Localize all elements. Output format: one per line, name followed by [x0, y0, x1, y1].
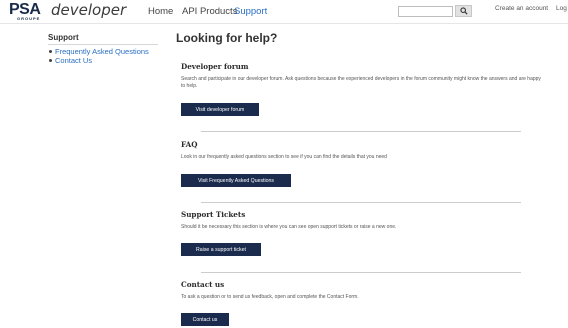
visit-faq-button[interactable]: Visit Frequently Asked Questions [181, 174, 291, 187]
section-text: Look in our frequently asked questions s… [181, 154, 387, 160]
section-text: To ask a question or to send us feedback… [181, 294, 359, 300]
search-icon [459, 7, 468, 15]
section-heading: Support Tickets [181, 210, 246, 219]
section-text: Search and participate in our developer … [181, 76, 541, 89]
search-input[interactable] [398, 6, 453, 17]
section-divider [201, 202, 521, 203]
nav-api-products[interactable]: API Products [182, 6, 237, 18]
section-text: Should it be necessary this section is w… [181, 224, 397, 230]
logo-groupe-text: GROUPE [17, 16, 41, 21]
support-sidebar: Support Frequently Asked Questions Conta… [48, 33, 158, 65]
sidebar-item-faq[interactable]: Frequently Asked Questions [48, 47, 158, 56]
nav-home[interactable]: Home [148, 6, 173, 18]
sidebar-list: Frequently Asked Questions Contact Us [48, 47, 158, 65]
sidebar-item-contact-us[interactable]: Contact Us [48, 56, 158, 65]
login-link[interactable]: Log [556, 5, 567, 12]
search-button[interactable] [455, 5, 472, 17]
contact-us-button[interactable]: Contact us [181, 313, 229, 326]
page-title: Looking for help? [176, 31, 278, 45]
psa-developer-logo[interactable]: PSA GROUPE developer [9, 2, 129, 22]
section-contact-us: Contact us To ask a question or to send … [181, 280, 541, 326]
section-developer-forum: Developer forum Search and participate i… [181, 62, 541, 116]
sidebar-title: Support [48, 33, 158, 45]
create-account-link[interactable]: Create an account [495, 5, 548, 12]
section-support-tickets: Support Tickets Should it be necessary t… [181, 210, 541, 256]
section-heading: Contact us [181, 280, 225, 289]
site-header: PSA GROUPE developer Home API Products S… [0, 0, 568, 24]
section-faq: FAQ Look in our frequently asked questio… [181, 140, 541, 187]
section-divider [201, 272, 521, 273]
nav-support[interactable]: Support [234, 6, 267, 18]
section-heading: FAQ [181, 140, 198, 149]
logo-developer-text: developer [51, 1, 127, 19]
section-heading: Developer forum [181, 62, 249, 71]
visit-developer-forum-button[interactable]: Visit developer forum [181, 103, 259, 116]
section-divider [201, 131, 521, 132]
raise-support-ticket-button[interactable]: Raise a support ticket [181, 243, 261, 256]
